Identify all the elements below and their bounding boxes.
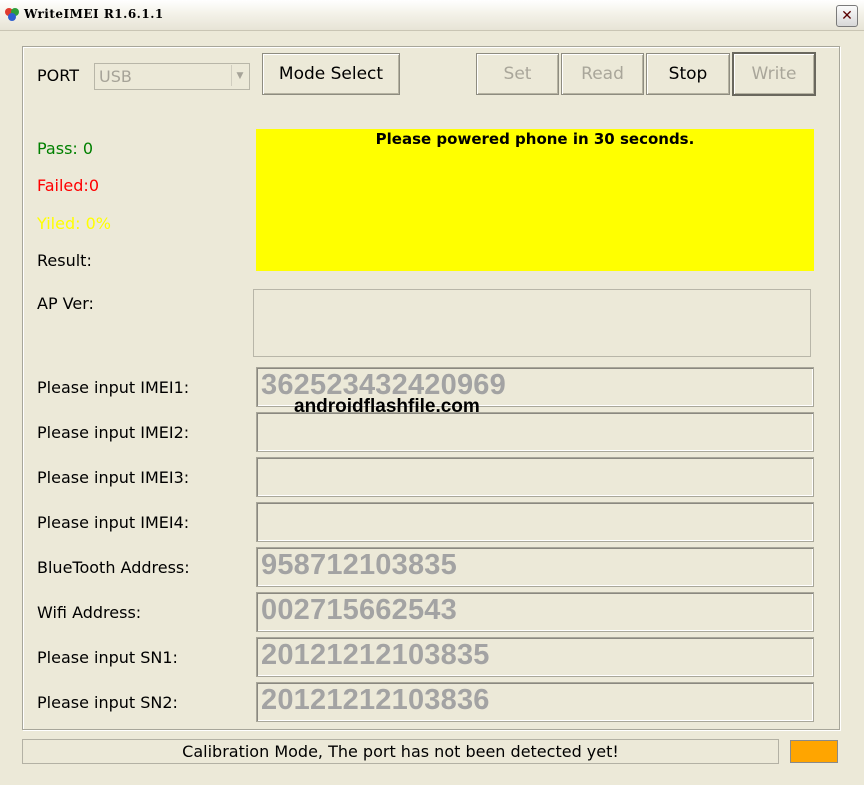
write-label: Write: [751, 64, 797, 84]
stop-button[interactable]: Stop: [646, 53, 730, 95]
status-indicator: [790, 740, 838, 763]
bluetooth-address-input[interactable]: 958712103835: [256, 547, 814, 587]
wifi-address-label: Wifi Address:: [37, 603, 142, 622]
sn2-label: Please input SN2:: [37, 693, 178, 712]
sn1-value: 20121212103835: [261, 639, 490, 671]
imei4-input[interactable]: [256, 502, 814, 542]
port-label: PORT: [37, 66, 79, 85]
imei3-input[interactable]: [256, 457, 814, 497]
sn2-input[interactable]: 20121212103836: [256, 682, 814, 722]
wifi-address-input[interactable]: 002715662543: [256, 592, 814, 632]
set-button[interactable]: Set: [476, 53, 559, 95]
imei2-label: Please input IMEI2:: [37, 423, 190, 442]
pass-count: Pass: 0: [37, 139, 94, 158]
watermark-text: androidflashfile.com: [294, 396, 480, 417]
port-select[interactable]: USB ▼: [94, 63, 250, 90]
close-icon: ✕: [841, 8, 853, 24]
port-select-value: USB: [99, 67, 132, 86]
sn2-value: 20121212103836: [261, 684, 490, 716]
yield-percentage: Yiled: 0%: [37, 214, 111, 233]
write-imei-window: WriteIMEI R1.6.1.1 ✕ PORT USB ▼ Mode Sel…: [0, 0, 864, 785]
mode-select-button[interactable]: Mode Select: [262, 53, 400, 95]
sn1-label: Please input SN1:: [37, 648, 178, 667]
result-label: Result:: [37, 251, 92, 270]
imei4-label: Please input IMEI4:: [37, 513, 190, 532]
bluetooth-address-value: 958712103835: [261, 549, 457, 581]
wifi-address-value: 002715662543: [261, 594, 457, 626]
imei3-label: Please input IMEI3:: [37, 468, 190, 487]
write-button[interactable]: Write: [732, 52, 816, 96]
imei2-input[interactable]: [256, 412, 814, 452]
banner-message: Please powered phone in 30 seconds.: [375, 130, 695, 148]
stop-label: Stop: [668, 64, 708, 84]
mode-select-label: Mode Select: [278, 64, 384, 84]
bluetooth-address-label: BlueTooth Address:: [37, 558, 190, 577]
set-label: Set: [503, 64, 532, 84]
message-banner: Please powered phone in 30 seconds.: [256, 129, 814, 271]
status-message: Calibration Mode, The port has not been …: [182, 742, 619, 761]
title-bar[interactable]: WriteIMEI R1.6.1.1 ✕: [0, 0, 864, 31]
ap-ver-label: AP Ver:: [37, 294, 94, 313]
read-button[interactable]: Read: [561, 53, 644, 95]
sn1-input[interactable]: 20121212103835: [256, 637, 814, 677]
imei1-label: Please input IMEI1:: [37, 378, 190, 397]
status-bar: Calibration Mode, The port has not been …: [22, 739, 779, 764]
failed-count: Failed:0: [37, 176, 99, 195]
app-logo-icon: [5, 8, 19, 21]
ap-ver-display: [253, 289, 811, 357]
chevron-down-icon[interactable]: ▼: [231, 65, 248, 86]
close-button[interactable]: ✕: [836, 5, 858, 27]
window-title: WriteIMEI R1.6.1.1: [24, 7, 164, 21]
read-label: Read: [581, 64, 624, 84]
